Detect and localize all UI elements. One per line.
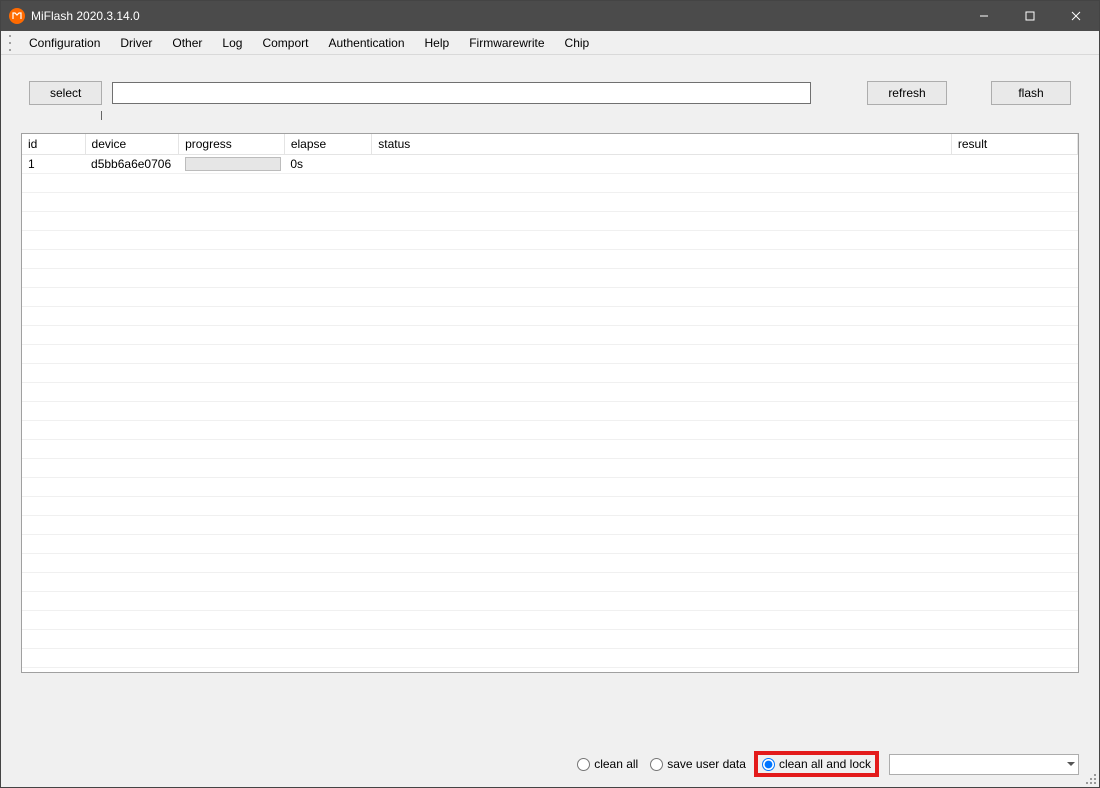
menu-driver[interactable]: Driver (110, 33, 162, 53)
menu-firmwarewrite[interactable]: Firmwarewrite (459, 33, 554, 53)
table-row[interactable] (22, 477, 1078, 496)
table-row[interactable] (22, 515, 1078, 534)
col-status[interactable]: status (372, 134, 952, 154)
slider-marker (101, 111, 102, 120)
table-row[interactable] (22, 648, 1078, 667)
table-row[interactable] (22, 458, 1078, 477)
menu-grip-icon (9, 35, 15, 51)
resize-grip-icon[interactable] (1085, 773, 1097, 785)
close-button[interactable] (1053, 1, 1099, 31)
table-row[interactable]: 1d5bb6a6e0706 0s (22, 154, 1078, 173)
cell-status (372, 154, 952, 173)
table-row[interactable] (22, 192, 1078, 211)
cell-result (951, 154, 1077, 173)
table-row[interactable] (22, 572, 1078, 591)
path-input[interactable] (112, 82, 811, 104)
menu-configuration[interactable]: Configuration (19, 33, 110, 53)
option-label: clean all and lock (779, 757, 871, 771)
table-row[interactable] (22, 306, 1078, 325)
footer: clean all save user data clean all and l… (1, 673, 1099, 787)
col-device[interactable]: device (85, 134, 179, 154)
cell-device: d5bb6a6e0706 (85, 154, 179, 173)
menu-log[interactable]: Log (212, 33, 252, 53)
col-result[interactable]: result (951, 134, 1077, 154)
table-row[interactable] (22, 534, 1078, 553)
option-clean-all[interactable]: clean all (573, 755, 642, 773)
radio-clean-all-and-lock[interactable] (762, 758, 775, 771)
menu-help[interactable]: Help (415, 33, 460, 53)
menu-authentication[interactable]: Authentication (318, 33, 414, 53)
col-id[interactable]: id (22, 134, 85, 154)
option-label: clean all (594, 757, 638, 771)
menu-other[interactable]: Other (162, 33, 212, 53)
table-row[interactable] (22, 363, 1078, 382)
radio-clean-all[interactable] (577, 758, 590, 771)
table-row[interactable] (22, 591, 1078, 610)
table-row[interactable] (22, 382, 1078, 401)
col-progress[interactable]: progress (179, 134, 285, 154)
table-row[interactable] (22, 325, 1078, 344)
toolbar: select refresh flash (1, 55, 1099, 105)
option-clean-all-and-lock[interactable]: clean all and lock (754, 751, 879, 777)
device-table: id device progress elapse status result … (21, 133, 1079, 673)
refresh-button[interactable]: refresh (867, 81, 947, 105)
table-row[interactable] (22, 230, 1078, 249)
table-row[interactable] (22, 211, 1078, 230)
cell-elapse: 0s (284, 154, 371, 173)
menu-comport[interactable]: Comport (252, 33, 318, 53)
table-row[interactable] (22, 553, 1078, 572)
table-row[interactable] (22, 629, 1078, 648)
table-row[interactable] (22, 287, 1078, 306)
table-row[interactable] (22, 439, 1078, 458)
chevron-down-icon (1067, 762, 1075, 766)
menubar: Configuration Driver Other Log Comport A… (1, 31, 1099, 55)
app-window: MiFlash 2020.3.14.0 Configuration Driver… (0, 0, 1100, 788)
option-save-user-data[interactable]: save user data (646, 755, 750, 773)
flash-button[interactable]: flash (991, 81, 1071, 105)
flash-options: clean all save user data clean all and l… (573, 751, 1079, 777)
table-row[interactable] (22, 268, 1078, 287)
table-row[interactable] (22, 401, 1078, 420)
cell-id: 1 (22, 154, 85, 173)
table-row[interactable] (22, 344, 1078, 363)
script-dropdown[interactable] (889, 754, 1079, 775)
cell-progress (179, 154, 285, 173)
maximize-button[interactable] (1007, 1, 1053, 31)
table-row[interactable] (22, 420, 1078, 439)
table-row[interactable] (22, 610, 1078, 629)
progress-bar (185, 157, 281, 171)
select-button[interactable]: select (29, 81, 102, 105)
titlebar[interactable]: MiFlash 2020.3.14.0 (1, 1, 1099, 31)
minimize-button[interactable] (961, 1, 1007, 31)
table-row[interactable] (22, 496, 1078, 515)
table-row[interactable] (22, 173, 1078, 192)
window-title: MiFlash 2020.3.14.0 (31, 9, 140, 23)
col-elapse[interactable]: elapse (284, 134, 371, 154)
app-icon (9, 8, 25, 24)
menu-chip[interactable]: Chip (555, 33, 600, 53)
option-label: save user data (667, 757, 746, 771)
radio-save-user-data[interactable] (650, 758, 663, 771)
table-row[interactable] (22, 249, 1078, 268)
